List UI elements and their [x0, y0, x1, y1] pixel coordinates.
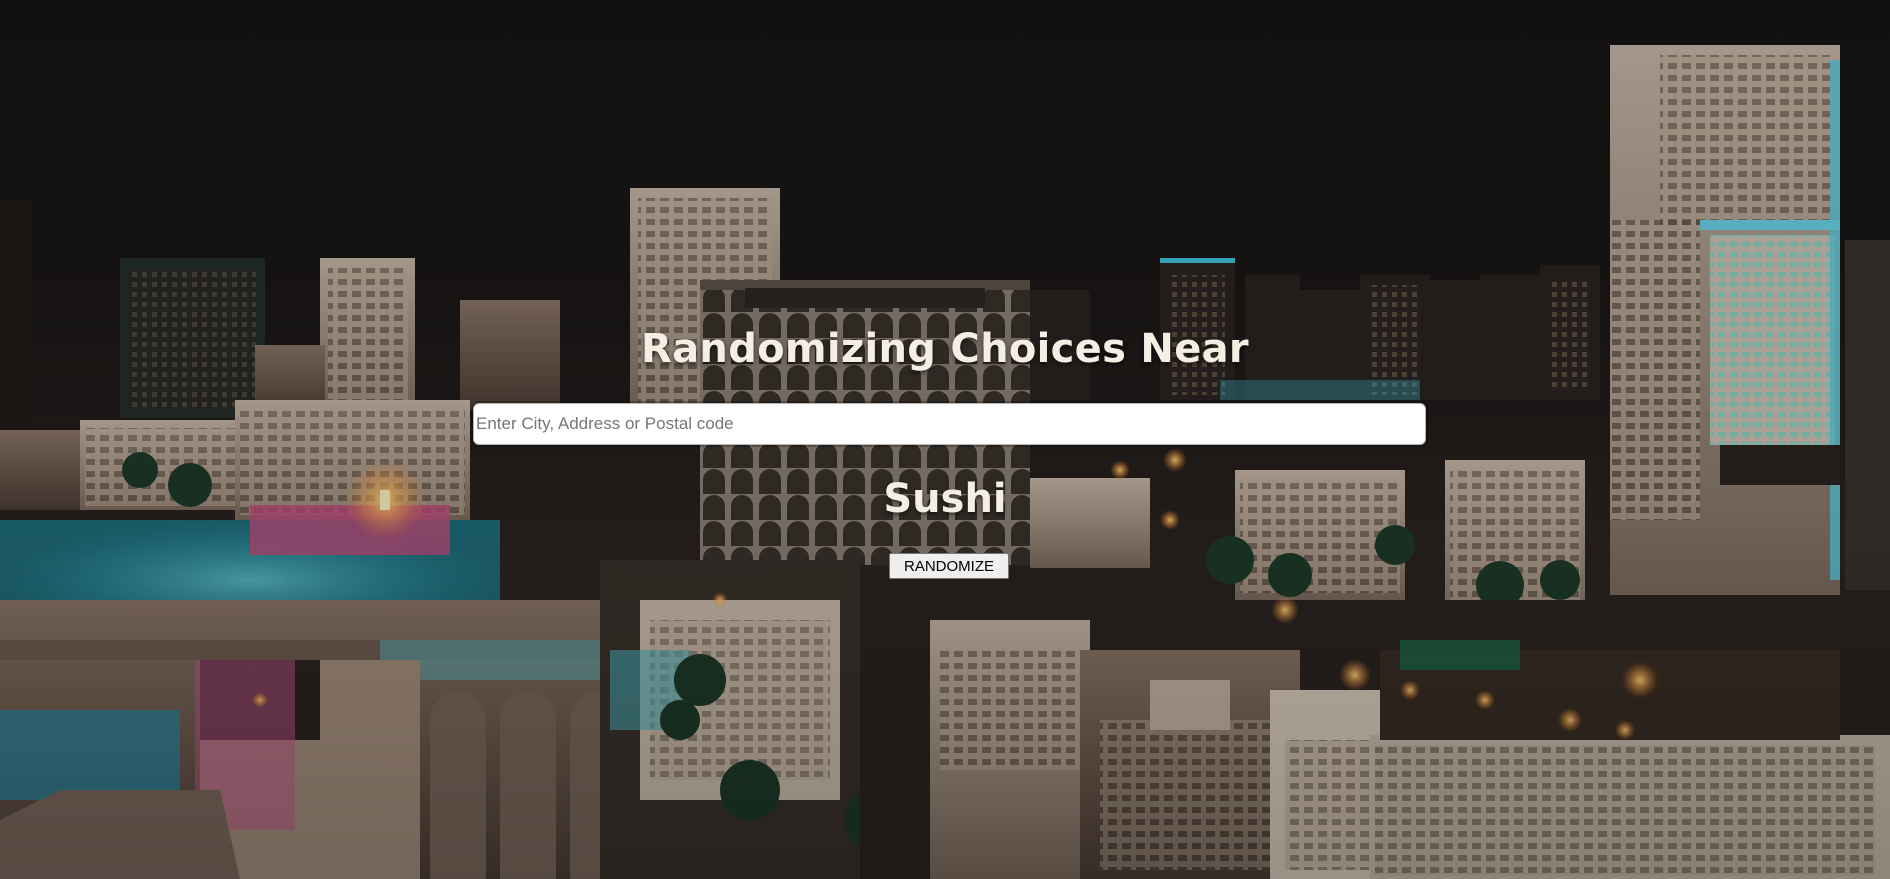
page-title: Randomizing Choices Near	[641, 326, 1249, 372]
page: Randomizing Choices Near Sushi RANDOMIZE	[0, 0, 1890, 879]
randomize-button[interactable]: RANDOMIZE	[889, 553, 1009, 579]
main-content: Randomizing Choices Near Sushi RANDOMIZE	[0, 0, 1890, 879]
location-search-input[interactable]	[473, 403, 1426, 445]
random-choice-result: Sushi	[883, 476, 1007, 522]
